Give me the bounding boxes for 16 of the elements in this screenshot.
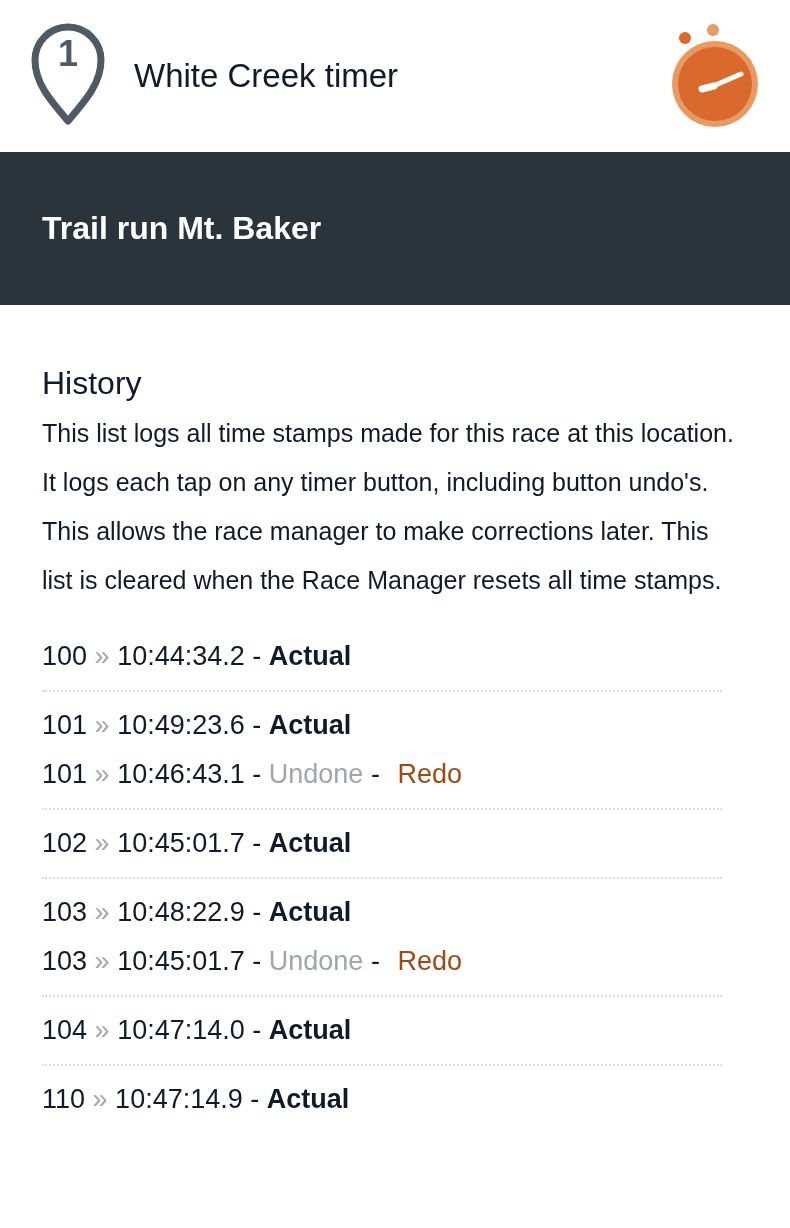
history-entry: 104 » 10:47:14.0 - Actual [42, 1014, 352, 1047]
description-text: This list logs all time stamps made for this race at this location. It logs each tap on any timer button, including button undo's. This allows the race manager to make corrections later. This list is cleared when the Race Manager resets all time stamps. [42, 418, 735, 596]
history-entry: 110 » 10:47:14.9 - Actual [42, 1083, 350, 1116]
history-entry: 101 » 10:49:23.6 - Actual [42, 709, 352, 742]
history-entry: 103 » 10:48:22.9 - Actual [42, 896, 352, 929]
redo-link[interactable]: Redo [397, 946, 462, 976]
race-title: Trail run Mt. Baker [42, 210, 322, 247]
history-entry: 100 » 10:44:34.2 - Actual [42, 640, 352, 673]
history-entry: 102 » 10:45:01.7 - Actual [42, 827, 352, 860]
location-number: 1 [57, 34, 79, 74]
section-heading: History [42, 364, 143, 403]
history-entry: 103 » 10:45:01.7 - Undone - Redo [42, 945, 462, 978]
redo-link[interactable]: Redo [397, 759, 462, 789]
history-entry: 101 » 10:46:43.1 - Undone - Redo [42, 758, 462, 791]
stopwatch-icon[interactable] [670, 24, 760, 128]
app-title: White Creek timer [134, 57, 400, 95]
